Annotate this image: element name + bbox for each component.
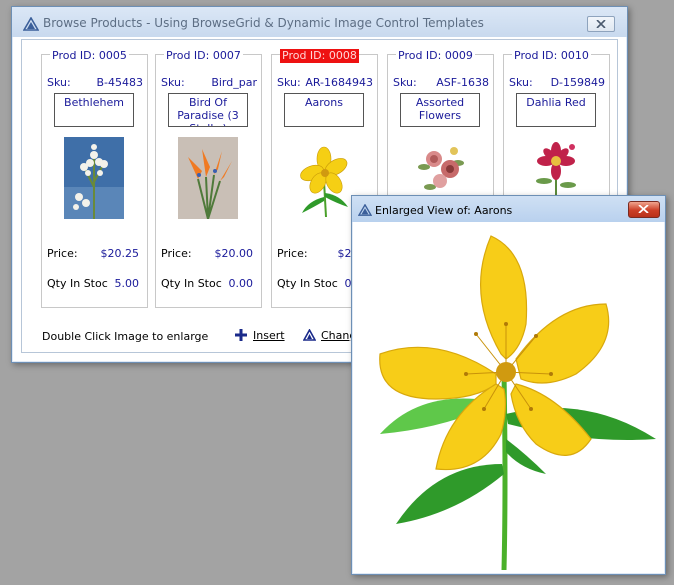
triangle-edit-icon	[303, 329, 316, 341]
product-card[interactable]: Prod ID: 0007 Sku: Bird_par Bird Of Para…	[155, 49, 262, 308]
insert-link[interactable]: Insert	[235, 329, 285, 342]
app-logo-icon	[358, 204, 372, 216]
product-name-field[interactable]: Aarons	[284, 93, 364, 127]
sku-value: B-45483	[96, 76, 143, 89]
price-value: $20.00	[214, 247, 254, 260]
qty-value: 0.00	[228, 277, 254, 290]
price-value: $20.25	[100, 247, 140, 260]
price-label: Price:	[277, 247, 308, 260]
qty-value: 5.00	[114, 277, 140, 290]
enlarged-product-image[interactable]	[356, 224, 661, 570]
prod-id-label: Prod ID: 0008	[280, 49, 359, 63]
product-name-field[interactable]: Bird Of Paradise (3 Stalks)	[168, 93, 248, 127]
enlarged-title-bar[interactable]: Enlarged View of: Aarons	[352, 196, 665, 222]
product-image-bethlehem[interactable]	[64, 137, 124, 219]
product-name-field[interactable]: Assorted Flowers	[400, 93, 480, 127]
prod-id-label: Prod ID: 0007	[164, 49, 243, 63]
price-label: Price:	[161, 247, 192, 260]
app-logo-icon	[23, 17, 39, 31]
qty-label: Qty In Stoc	[277, 277, 338, 290]
close-icon	[638, 205, 649, 213]
enlarge-hint-text: Double Click Image to enlarge	[42, 330, 209, 343]
prod-id-label: Prod ID: 0009	[396, 49, 475, 63]
product-card[interactable]: Prod ID: 0005 Sku: B-45483 Bethlehem Pri…	[41, 49, 148, 308]
enlarged-view-window: Enlarged View of: Aarons	[351, 195, 666, 575]
sku-label: Sku:	[47, 76, 71, 89]
sku-label: Sku:	[161, 76, 185, 89]
sku-label: Sku:	[393, 76, 417, 89]
product-image-bird-of-paradise[interactable]	[178, 137, 238, 219]
prod-id-label: Prod ID: 0010	[512, 49, 591, 63]
product-name-field[interactable]: Dahlia Red	[516, 93, 596, 127]
insert-label: Insert	[253, 329, 285, 342]
main-window-title: Browse Products - Using BrowseGrid & Dyn…	[43, 16, 484, 30]
product-image-aarons[interactable]	[294, 137, 354, 219]
price-label: Price:	[47, 247, 78, 260]
sku-label: Sku:	[509, 76, 533, 89]
close-icon	[596, 20, 606, 28]
sku-value: ASF-1638	[436, 76, 489, 89]
main-close-button[interactable]	[587, 16, 615, 32]
qty-label: Qty In Stoc	[47, 277, 108, 290]
product-name-field[interactable]: Bethlehem	[54, 93, 134, 127]
main-title-bar[interactable]: Browse Products - Using BrowseGrid & Dyn…	[12, 7, 627, 37]
enlarged-window-title: Enlarged View of: Aarons	[375, 204, 513, 217]
sku-value: D-159849	[550, 76, 605, 89]
qty-label: Qty In Stoc	[161, 277, 222, 290]
sku-value: Bird_par	[211, 76, 257, 89]
sku-label: Sku:	[277, 76, 301, 89]
plus-icon	[235, 329, 247, 341]
prod-id-label: Prod ID: 0005	[50, 49, 129, 63]
enlarged-close-button[interactable]	[628, 201, 660, 218]
sku-value: AR-1684943	[305, 76, 373, 89]
